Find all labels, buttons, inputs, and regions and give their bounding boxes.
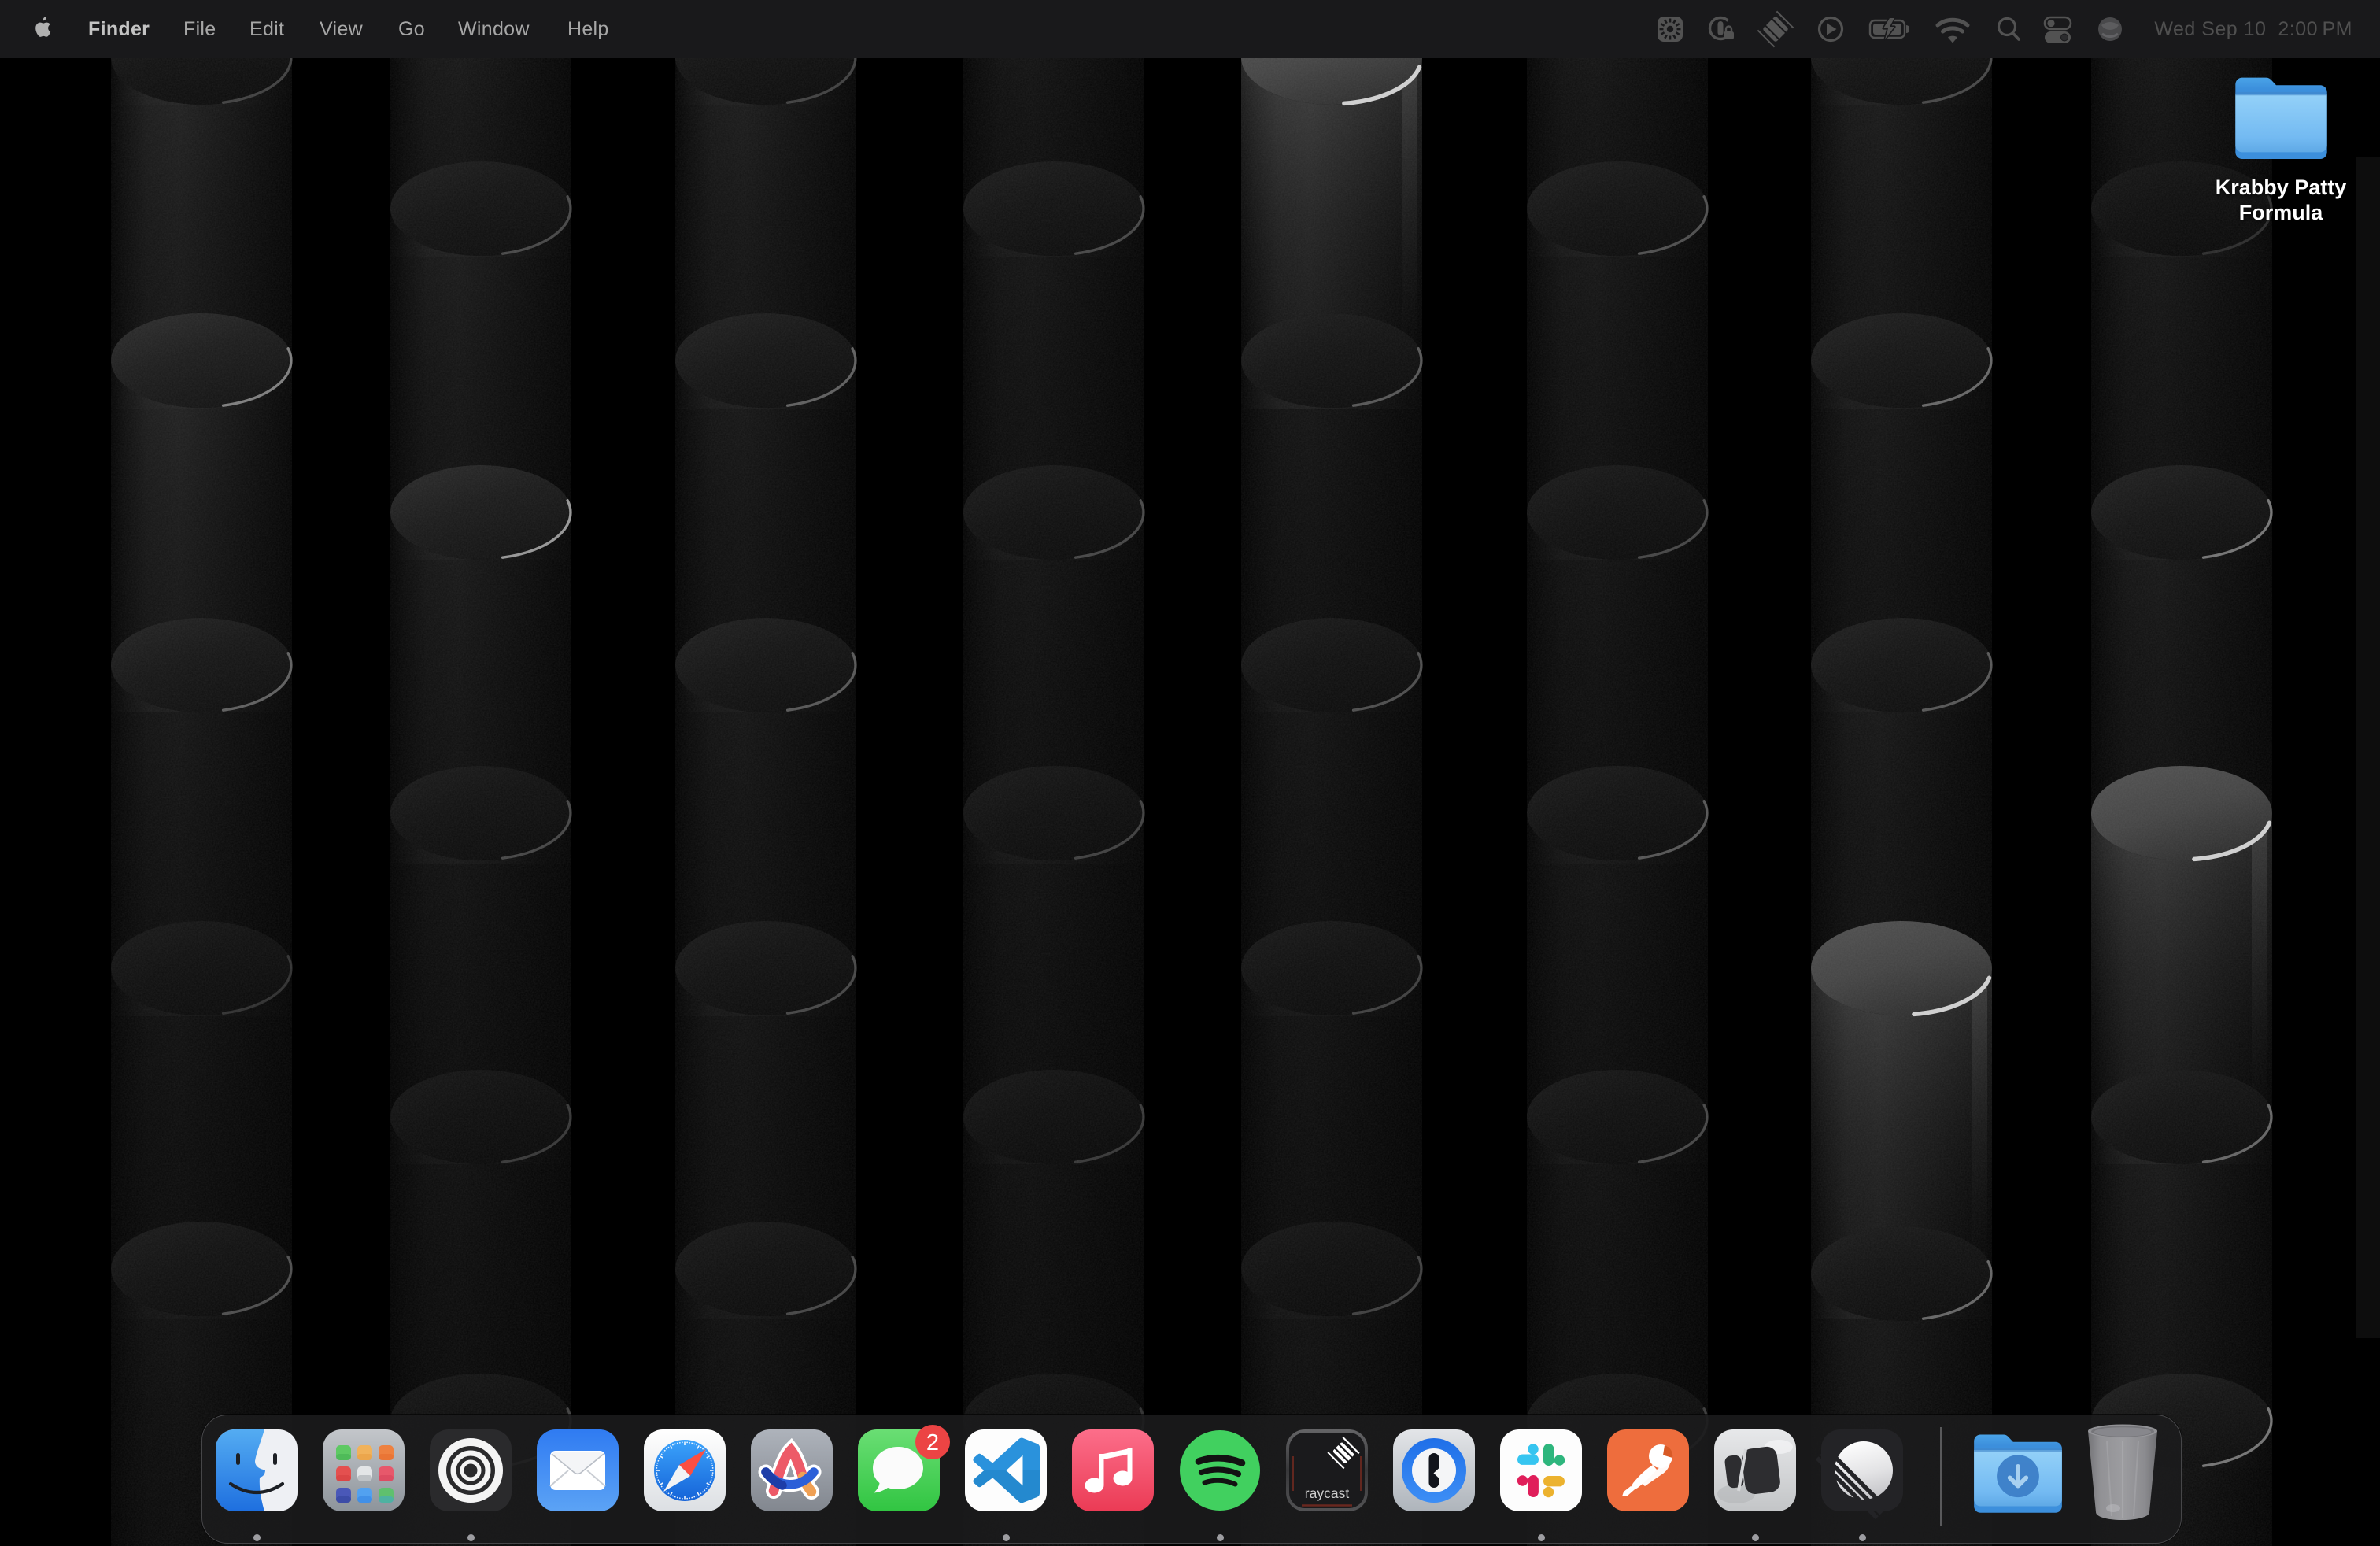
svg-text:raycast: raycast xyxy=(1305,1485,1350,1501)
svg-text:2: 2 xyxy=(926,1430,939,1455)
